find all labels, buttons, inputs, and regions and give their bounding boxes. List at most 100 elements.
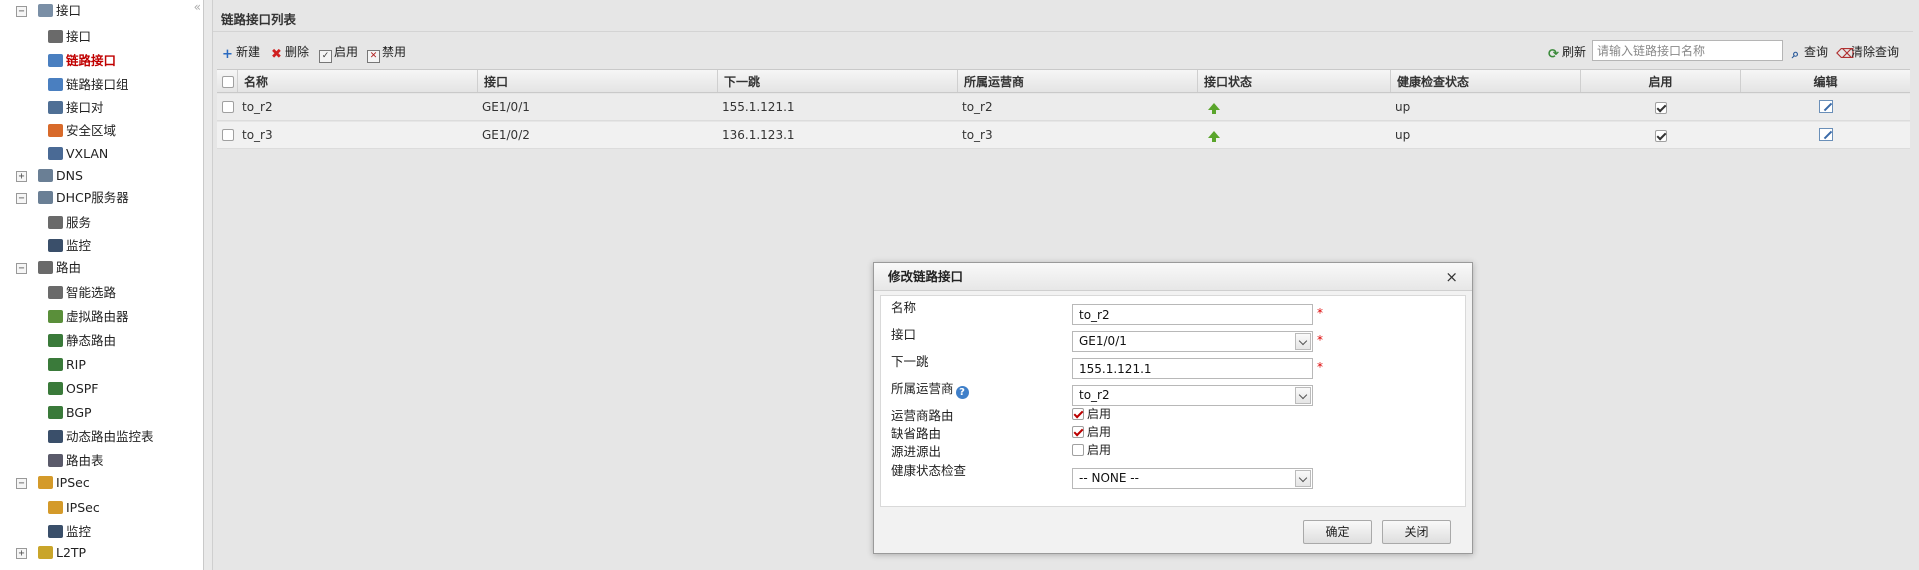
- sidebar-item-12[interactable]: 路由: [38, 258, 81, 278]
- isp-select[interactable]: to_r2: [1072, 385, 1313, 406]
- sidebar-item-15[interactable]: 静态路由: [48, 331, 116, 351]
- isp-label-text: 所属运营商: [891, 381, 954, 396]
- sidebar-item-21[interactable]: IPSec: [38, 473, 90, 493]
- row-enabled-checkbox[interactable]: [1655, 130, 1667, 142]
- sidebar-item-label: 路由: [56, 260, 82, 275]
- col-header-interface-status[interactable]: 接口状态: [1198, 70, 1391, 92]
- isp-route-checkbox-box[interactable]: [1072, 408, 1084, 420]
- sidebar-item-2[interactable]: 接口: [48, 27, 91, 47]
- source-in-source-out-checkbox[interactable]: 启用: [1072, 441, 1111, 458]
- sidebar-item-14[interactable]: 虚拟路由器: [48, 307, 129, 327]
- sidebar-item-24[interactable]: L2TP: [38, 543, 86, 563]
- sidebar-item-1[interactable]: 接口: [38, 1, 81, 21]
- row-checkbox[interactable]: [222, 129, 234, 141]
- clear-query-button[interactable]: ⌫清除查询: [1836, 43, 1899, 61]
- interface-label: 接口: [891, 327, 917, 342]
- sidebar-item-8[interactable]: DNS: [38, 166, 83, 186]
- sidebar-item-10[interactable]: 服务: [48, 213, 91, 233]
- sidebar-item-16[interactable]: RIP: [48, 355, 86, 375]
- table-row[interactable]: to_r3 GE1/0/2 136.1.123.1 to_r3 up: [217, 122, 1910, 149]
- edit-icon[interactable]: [1818, 128, 1833, 141]
- expand-icon[interactable]: +: [16, 171, 27, 182]
- route-table-icon: [48, 454, 63, 467]
- help-icon[interactable]: ?: [955, 386, 969, 399]
- row-enabled: [1581, 122, 1741, 148]
- interface-select[interactable]: GE1/0/1: [1072, 331, 1313, 352]
- enable-button[interactable]: ✓ 启用: [319, 43, 359, 63]
- interface-folder-icon: [38, 4, 53, 17]
- name-label: 名称: [891, 300, 917, 315]
- close-button[interactable]: 关闭: [1382, 520, 1451, 544]
- col-header-enabled[interactable]: 启用: [1581, 70, 1741, 92]
- sidebar-item-6[interactable]: 安全区域: [48, 121, 116, 141]
- default-route-checkbox[interactable]: 启用: [1072, 423, 1111, 440]
- source-in-source-out-checkbox-label: 启用: [1087, 443, 1112, 457]
- row-enabled: [1581, 94, 1741, 120]
- health-check-select[interactable]: -- NONE --: [1072, 468, 1313, 489]
- row-name-link[interactable]: to_r3: [238, 122, 478, 148]
- sidebar-item-11[interactable]: 监控: [48, 236, 91, 256]
- sidebar-item-19[interactable]: 动态路由监控表: [48, 427, 154, 447]
- enable-icon: ✓: [319, 50, 332, 63]
- edit-link-interface-dialog: 修改链路接口 × 名称 * 接口 GE1/0/1 * 下一跳 * 所属运营商? …: [873, 262, 1473, 554]
- sidebar-item-22[interactable]: IPSec: [48, 498, 100, 518]
- required-mark: *: [1317, 306, 1323, 320]
- row-checkbox[interactable]: [222, 101, 234, 113]
- sidebar-item-3[interactable]: 链路接口: [48, 51, 116, 71]
- close-icon[interactable]: ×: [1445, 263, 1458, 291]
- default-route-label: 缺省路由: [891, 426, 942, 441]
- search-input[interactable]: [1592, 40, 1783, 61]
- col-header-isp[interactable]: 所属运营商: [958, 70, 1198, 92]
- collapse-icon[interactable]: −: [16, 263, 27, 274]
- row-name-link[interactable]: to_r2: [238, 94, 478, 120]
- clear-query-button-label: 清除查询: [1851, 45, 1900, 59]
- col-header-interface[interactable]: 接口: [478, 70, 718, 92]
- sidebar-item-23[interactable]: 监控: [48, 522, 91, 542]
- sidebar-item-17[interactable]: OSPF: [48, 379, 99, 399]
- default-route-checkbox-box[interactable]: [1072, 426, 1084, 438]
- sidebar-item-18[interactable]: BGP: [48, 403, 92, 423]
- isp-route-label: 运营商路由: [891, 408, 954, 423]
- refresh-icon: ⟳: [1548, 47, 1559, 62]
- sidebar-item-label: VXLAN: [66, 146, 109, 161]
- name-field[interactable]: [1072, 304, 1313, 325]
- collapse-sidebar-icon[interactable]: «: [194, 0, 201, 14]
- new-button-label: 新建: [236, 45, 261, 59]
- edit-icon[interactable]: [1818, 100, 1833, 113]
- query-button[interactable]: ⌕ 查询: [1789, 43, 1828, 61]
- sidebar-item-4[interactable]: 链路接口组: [48, 75, 129, 95]
- collapse-icon[interactable]: −: [16, 6, 27, 17]
- main-panel: 链路接口列表 +新建 ✖删除 ✓启用 ✕禁用 ⟳刷新 ⌕查询 ⌫清除查询 名称 …: [212, 0, 1919, 570]
- sidebar-item-20[interactable]: 路由表: [48, 451, 104, 471]
- chevron-down-icon: [1295, 333, 1311, 350]
- sidebar-item-13[interactable]: 智能选路: [48, 283, 116, 303]
- ok-button[interactable]: 确定: [1303, 520, 1372, 544]
- sidebar-item-9[interactable]: DHCP服务器: [38, 188, 129, 208]
- sidebar-item-label: 接口: [56, 3, 82, 18]
- disable-button[interactable]: ✕ 禁用: [367, 43, 406, 63]
- select-all-checkbox[interactable]: [222, 76, 234, 88]
- delete-icon: ✖: [271, 47, 282, 62]
- new-button[interactable]: + 新建: [221, 43, 260, 61]
- col-header-health-status[interactable]: 健康检查状态: [1391, 70, 1581, 92]
- virtual-router-icon: [48, 310, 63, 323]
- sidebar-item-7[interactable]: VXLAN: [48, 144, 108, 164]
- row-enabled-checkbox[interactable]: [1655, 102, 1667, 114]
- row-interface-status: [1198, 122, 1391, 148]
- source-in-source-out-checkbox-box[interactable]: [1072, 444, 1084, 456]
- collapse-icon[interactable]: −: [16, 478, 27, 489]
- sidebar-item-label: 智能选路: [66, 285, 117, 300]
- delete-button[interactable]: ✖ 删除: [270, 43, 309, 61]
- expand-icon[interactable]: +: [16, 548, 27, 559]
- next-hop-field[interactable]: [1072, 358, 1313, 379]
- row-health-status: up: [1395, 100, 1411, 114]
- sidebar-item-5[interactable]: 接口对: [48, 98, 104, 118]
- table-row[interactable]: to_r2 GE1/0/1 155.1.121.1 to_r2 up: [217, 94, 1910, 121]
- collapse-icon[interactable]: −: [16, 193, 27, 204]
- isp-route-checkbox[interactable]: 启用: [1072, 405, 1111, 422]
- col-header-name[interactable]: 名称: [238, 70, 478, 92]
- sidebar-item-label: 虚拟路由器: [66, 309, 129, 324]
- col-header-next-hop[interactable]: 下一跳: [718, 70, 958, 92]
- enable-button-label: 启用: [334, 45, 359, 59]
- refresh-button[interactable]: ⟳ 刷新: [1547, 43, 1586, 61]
